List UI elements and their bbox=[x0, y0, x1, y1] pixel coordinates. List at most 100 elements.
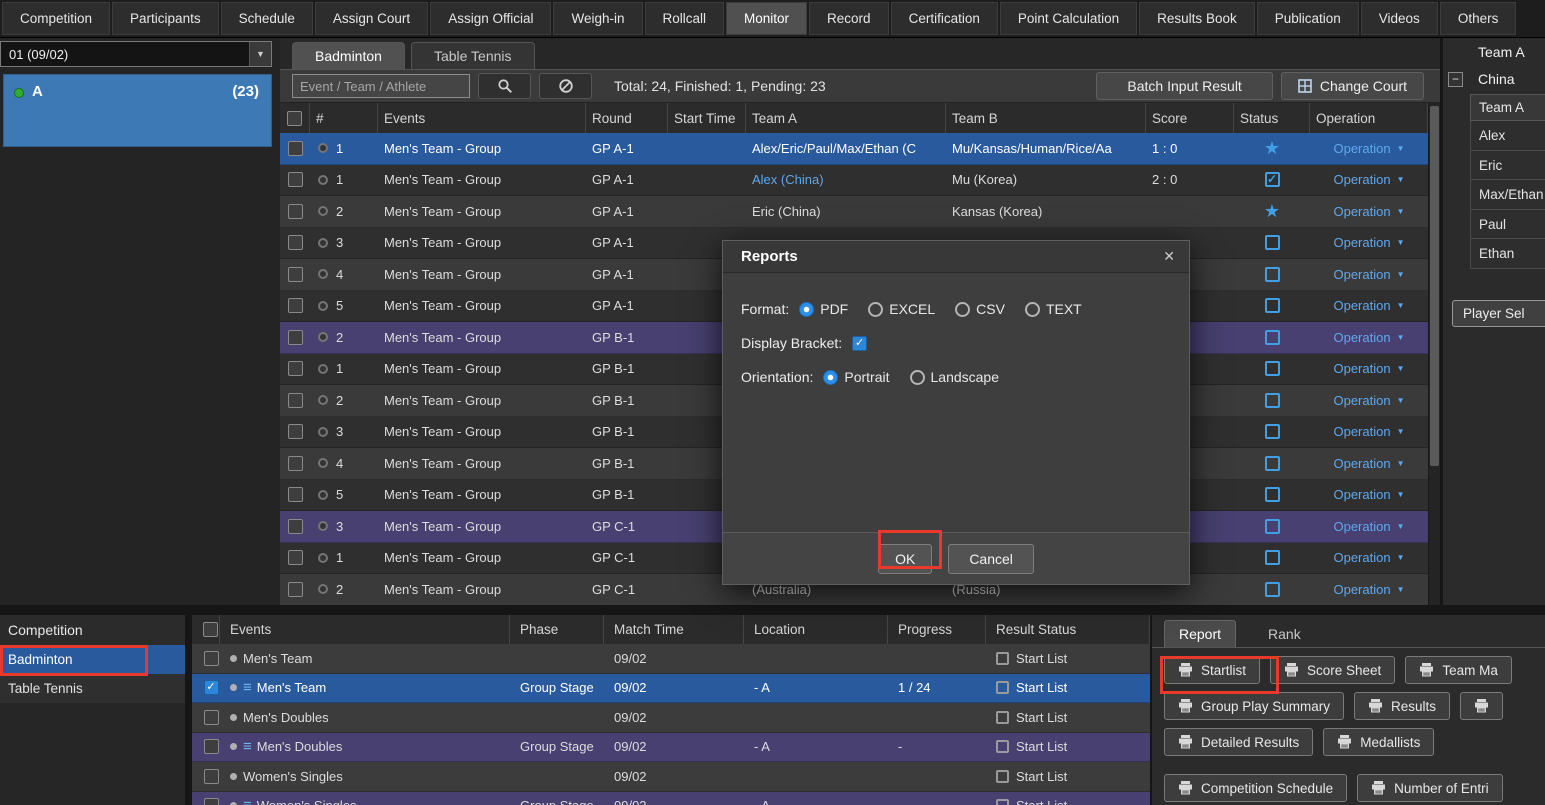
checkbox-icon[interactable] bbox=[288, 487, 303, 502]
player-row[interactable]: Max/Ethan bbox=[1470, 180, 1545, 210]
radio-icon[interactable] bbox=[955, 302, 970, 317]
search-button[interactable] bbox=[478, 73, 531, 99]
cancel-button[interactable]: Cancel bbox=[948, 544, 1034, 574]
collapse-minus-icon[interactable]: − bbox=[1448, 72, 1463, 87]
checkbox-icon[interactable] bbox=[288, 235, 303, 250]
start-list-checkbox-icon[interactable] bbox=[996, 681, 1009, 694]
checkbox-icon[interactable] bbox=[288, 172, 303, 187]
orientation-option-landscape[interactable]: Landscape bbox=[910, 369, 1000, 385]
unchecked-box-icon[interactable] bbox=[1265, 424, 1280, 439]
unchecked-box-icon[interactable] bbox=[1265, 487, 1280, 502]
checkbox-icon[interactable] bbox=[204, 739, 219, 754]
match-row[interactable]: 1Men's Team - GroupGP A-1Alex (China)Mu … bbox=[280, 165, 1428, 197]
session-dropdown[interactable]: 01 (09/02) ▼ bbox=[0, 41, 272, 67]
checkbox-icon[interactable] bbox=[204, 769, 219, 784]
radio-icon[interactable] bbox=[910, 370, 925, 385]
menu-item-point-calculation[interactable]: Point Calculation bbox=[1000, 2, 1137, 35]
radio-icon[interactable] bbox=[318, 238, 328, 248]
checkbox-icon[interactable] bbox=[204, 710, 219, 725]
unchecked-box-icon[interactable] bbox=[1265, 393, 1280, 408]
menu-item-rollcall[interactable]: Rollcall bbox=[645, 2, 725, 35]
radio-icon[interactable] bbox=[318, 175, 328, 185]
radio-icon[interactable] bbox=[318, 364, 328, 374]
checkbox-icon[interactable] bbox=[288, 519, 303, 534]
radio-icon[interactable] bbox=[318, 332, 328, 342]
player-row[interactable]: Ethan bbox=[1470, 239, 1545, 269]
event-row[interactable]: ✓≡Men's TeamGroup Stage09/02- A1 / 24Sta… bbox=[192, 674, 1150, 704]
menu-item-videos[interactable]: Videos bbox=[1361, 2, 1438, 35]
player-row[interactable]: Alex bbox=[1470, 121, 1545, 151]
unchecked-box-icon[interactable] bbox=[1265, 582, 1280, 597]
team-row-china[interactable]: − China bbox=[1443, 66, 1545, 94]
radio-icon[interactable] bbox=[318, 395, 328, 405]
format-option-excel[interactable]: EXCEL bbox=[868, 301, 935, 317]
search-input[interactable] bbox=[292, 74, 470, 98]
operation-dropdown[interactable]: Operation▼ bbox=[1310, 417, 1428, 448]
chevron-down-icon[interactable]: ▼ bbox=[249, 42, 271, 66]
report-button-group-play-summary[interactable]: Group Play Summary bbox=[1164, 692, 1344, 720]
operation-dropdown[interactable]: Operation▼ bbox=[1310, 511, 1428, 542]
operation-dropdown[interactable]: Operation▼ bbox=[1310, 574, 1428, 605]
header-select-all[interactable] bbox=[280, 103, 310, 133]
batch-input-result-button[interactable]: Batch Input Result bbox=[1096, 72, 1272, 100]
radio-icon[interactable] bbox=[318, 553, 328, 563]
radio-icon[interactable] bbox=[318, 301, 328, 311]
player-select-button[interactable]: Player Sel bbox=[1452, 300, 1545, 327]
tab-rank[interactable]: Rank bbox=[1254, 621, 1315, 647]
unchecked-box-icon[interactable] bbox=[1265, 519, 1280, 534]
start-list-checkbox-icon[interactable] bbox=[996, 711, 1009, 724]
scrollbar-thumb[interactable] bbox=[1430, 106, 1439, 466]
checkbox-icon[interactable] bbox=[288, 204, 303, 219]
radio-icon[interactable] bbox=[318, 490, 328, 500]
checkbox-icon[interactable] bbox=[288, 582, 303, 597]
radio-icon[interactable] bbox=[318, 584, 328, 594]
radio-icon[interactable] bbox=[318, 458, 328, 468]
operation-dropdown[interactable]: Operation▼ bbox=[1310, 480, 1428, 511]
radio-icon[interactable] bbox=[823, 370, 838, 385]
menu-item-assign-official[interactable]: Assign Official bbox=[430, 2, 551, 35]
operation-dropdown[interactable]: Operation▼ bbox=[1310, 543, 1428, 574]
radio-icon[interactable] bbox=[318, 427, 328, 437]
unchecked-box-icon[interactable] bbox=[1265, 330, 1280, 345]
match-row[interactable]: 1Men's Team - GroupGP A-1Alex/Eric/Paul/… bbox=[280, 133, 1428, 165]
report-button-number-of-entri[interactable]: Number of Entri bbox=[1357, 774, 1503, 802]
radio-icon[interactable] bbox=[318, 206, 328, 216]
checkbox-icon[interactable] bbox=[288, 456, 303, 471]
close-icon[interactable]: ✕ bbox=[1163, 248, 1175, 265]
report-button-competition-schedule[interactable]: Competition Schedule bbox=[1164, 774, 1347, 802]
match-team-a[interactable]: Alex (China) bbox=[746, 165, 946, 196]
menu-item-schedule[interactable]: Schedule bbox=[221, 2, 313, 35]
vertical-scrollbar[interactable] bbox=[1428, 103, 1440, 605]
report-button-results[interactable]: Results bbox=[1354, 692, 1450, 720]
report-button-team-ma[interactable]: Team Ma bbox=[1405, 656, 1512, 684]
operation-dropdown[interactable]: Operation▼ bbox=[1310, 448, 1428, 479]
format-option-pdf[interactable]: PDF bbox=[799, 301, 848, 317]
menu-item-publication[interactable]: Publication bbox=[1257, 2, 1359, 35]
clear-filter-button[interactable] bbox=[539, 73, 592, 99]
ok-button[interactable]: OK bbox=[878, 544, 932, 574]
start-list-checkbox-icon[interactable] bbox=[996, 740, 1009, 753]
menu-item-monitor[interactable]: Monitor bbox=[726, 2, 807, 35]
menu-item-competition[interactable]: Competition bbox=[2, 2, 110, 35]
unchecked-box-icon[interactable] bbox=[1265, 550, 1280, 565]
checkbox-icon[interactable] bbox=[288, 424, 303, 439]
checkbox-icon[interactable] bbox=[288, 393, 303, 408]
checkbox-icon[interactable] bbox=[288, 550, 303, 565]
event-row[interactable]: Women's Singles09/02Start List bbox=[192, 762, 1150, 792]
player-row[interactable]: Paul bbox=[1470, 210, 1545, 240]
radio-icon[interactable] bbox=[318, 521, 328, 531]
unchecked-box-icon[interactable] bbox=[1265, 235, 1280, 250]
checkbox-icon[interactable] bbox=[204, 798, 219, 805]
event-row[interactable]: Men's Team09/02Start List bbox=[192, 644, 1150, 674]
tab-report[interactable]: Report bbox=[1164, 620, 1236, 647]
checkbox-icon[interactable] bbox=[204, 651, 219, 666]
operation-dropdown[interactable]: Operation▼ bbox=[1310, 133, 1428, 164]
report-button-printer[interactable] bbox=[1460, 692, 1503, 720]
operation-dropdown[interactable]: Operation▼ bbox=[1310, 196, 1428, 227]
orientation-option-portrait[interactable]: Portrait bbox=[823, 369, 889, 385]
operation-dropdown[interactable]: Operation▼ bbox=[1310, 322, 1428, 353]
menu-item-participants[interactable]: Participants bbox=[112, 2, 219, 35]
star-icon[interactable]: ★ bbox=[1264, 139, 1280, 157]
competition-item-badminton[interactable]: Badminton bbox=[0, 645, 185, 674]
operation-dropdown[interactable]: Operation▼ bbox=[1310, 165, 1428, 196]
